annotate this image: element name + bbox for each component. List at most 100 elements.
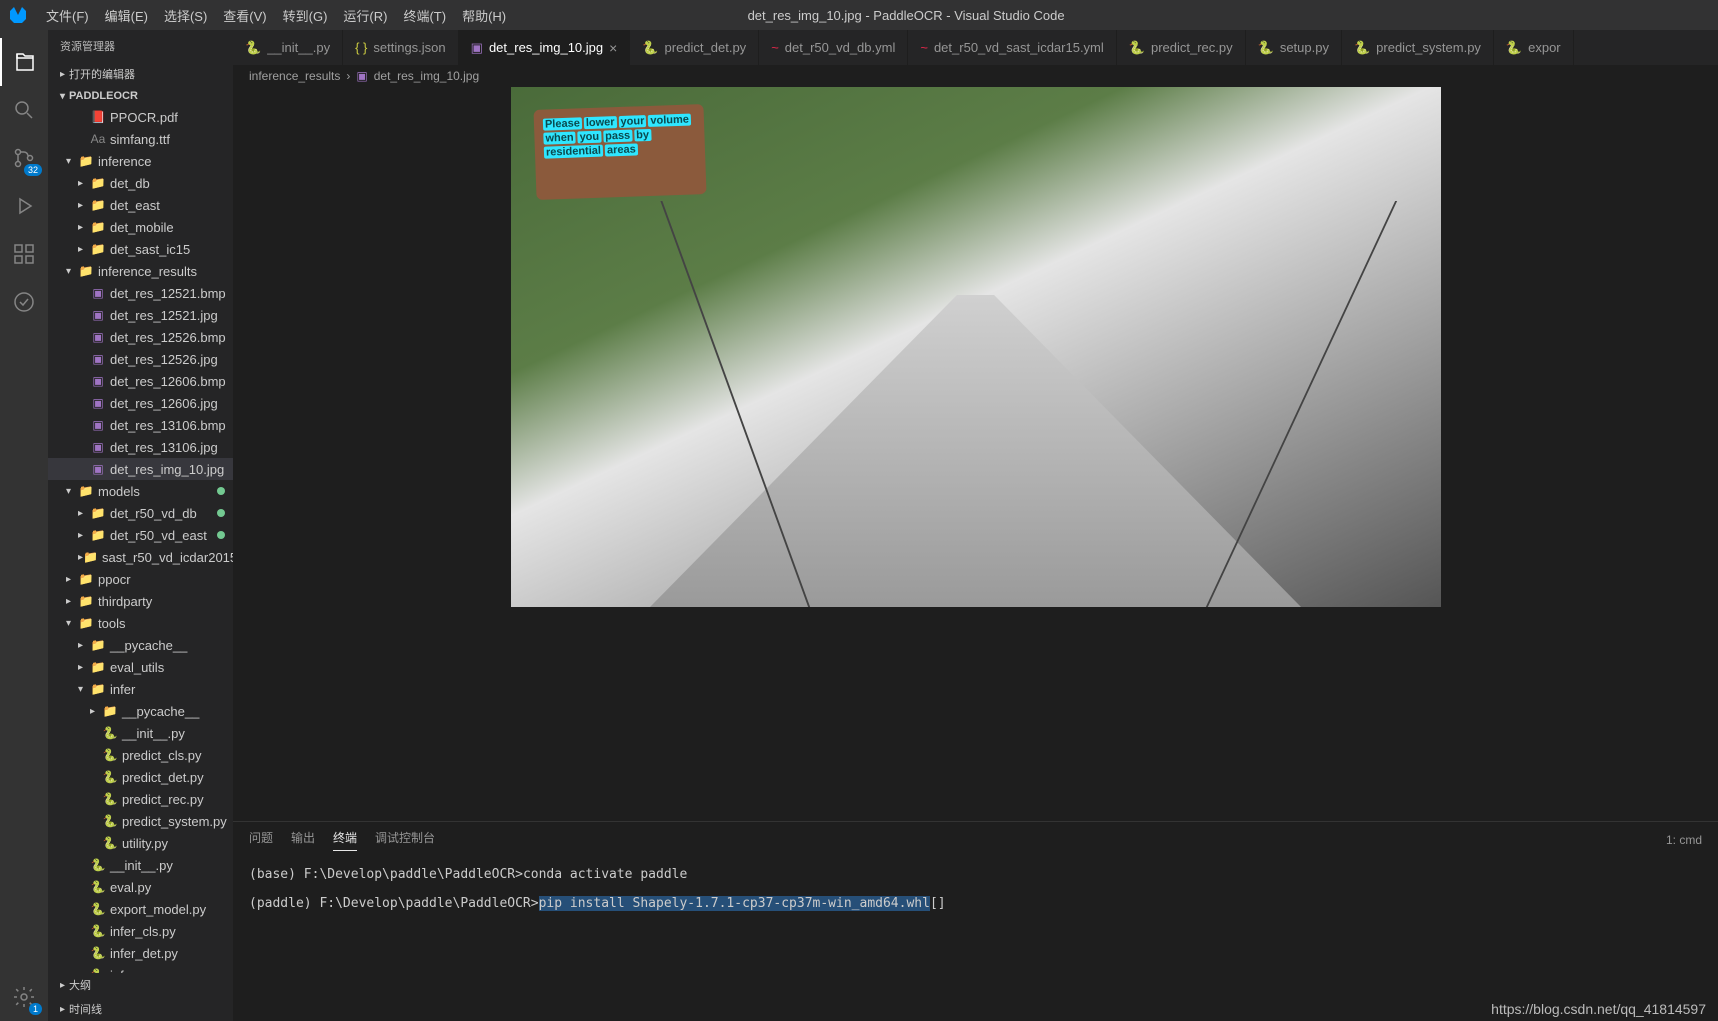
menu-item[interactable]: 帮助(H) [454,9,514,24]
file-item[interactable]: 🐍predict_system.py [48,810,233,832]
menu-item[interactable]: 编辑(E) [97,9,156,24]
editor-tab[interactable]: 🐍predict_det.py [630,30,759,65]
item-label: __init__.py [122,726,185,741]
item-label: inference [98,154,151,169]
folder-icon: 📁 [90,219,106,235]
project-section[interactable]: ▾PADDLEOCR [48,86,233,106]
file-item[interactable]: 🐍utility.py [48,832,233,854]
file-item[interactable]: 🐍__init__.py [48,854,233,876]
breadcrumb[interactable]: inference_results › ▣ det_res_img_10.jpg [233,65,1718,87]
editor-tab[interactable]: ~det_r50_vd_sast_icdar15.yml [908,30,1116,65]
file-item[interactable]: 📕PPOCR.pdf [48,106,233,128]
editor-tab[interactable]: 🐍setup.py [1246,30,1342,65]
testing-icon[interactable] [0,278,48,326]
item-label: det_mobile [110,220,174,235]
file-item[interactable]: ▣det_res_12606.bmp [48,370,233,392]
folder-icon: 📁 [102,703,118,719]
folder-item[interactable]: ▾📁inference_results [48,260,233,282]
menu-item[interactable]: 运行(R) [335,9,395,24]
file-item[interactable]: 🐍infer_rec.py [48,964,233,973]
file-item[interactable]: 🐍eval.py [48,876,233,898]
image-preview[interactable]: Pleaseloweryourvolumewhenyoupassbyreside… [233,87,1718,821]
menu-item[interactable]: 转到(G) [275,9,336,24]
file-item[interactable]: ▣det_res_img_10.jpg [48,458,233,480]
item-label: det_res_13106.bmp [110,418,226,433]
py-icon: 🐍 [90,945,106,961]
file-item[interactable]: 🐍predict_cls.py [48,744,233,766]
search-icon[interactable] [0,86,48,134]
file-tree[interactable]: 📕PPOCR.pdfAasimfang.ttf▾📁inference▸📁det_… [48,106,233,973]
file-item[interactable]: 🐍__init__.py [48,722,233,744]
editor-tab[interactable]: 🐍predict_rec.py [1117,30,1246,65]
file-item[interactable]: ▣det_res_12521.jpg [48,304,233,326]
menu-item[interactable]: 文件(F) [38,9,97,24]
timeline-section[interactable]: ▸时间线 [48,997,233,1021]
panel-tab[interactable]: 问题 [249,829,273,850]
py-icon: 🐍 [90,857,106,873]
panel-tab[interactable]: 调试控制台 [375,829,435,850]
folder-item[interactable]: ▸📁det_r50_vd_db [48,502,233,524]
file-item[interactable]: ▣det_res_12521.bmp [48,282,233,304]
menu-item[interactable]: 终端(T) [395,9,454,24]
run-debug-icon[interactable] [0,182,48,230]
folder-item[interactable]: ▾📁models [48,480,233,502]
source-control-icon[interactable]: 32 [0,134,48,182]
editor-tab[interactable]: ▣det_res_img_10.jpg× [459,30,631,65]
folder-item[interactable]: ▸📁det_r50_vd_east [48,524,233,546]
file-item[interactable]: ▣det_res_13106.jpg [48,436,233,458]
editor-tab[interactable]: 🐍__init__.py [233,30,343,65]
editor-tab[interactable]: { }settings.json [343,30,459,65]
editor-tab[interactable]: ~det_r50_vd_db.yml [759,30,908,65]
close-icon[interactable]: × [609,40,617,56]
tab-label: det_r50_vd_db.yml [785,40,896,55]
panel-tab[interactable]: 终端 [333,829,357,851]
menu-item[interactable]: 选择(S) [156,9,215,24]
file-item[interactable]: 🐍predict_det.py [48,766,233,788]
file-item[interactable]: ▣det_res_12606.jpg [48,392,233,414]
folder-item[interactable]: ▸📁__pycache__ [48,700,233,722]
folder-item[interactable]: ▸📁ppocr [48,568,233,590]
folder-icon: 📁 [78,615,94,631]
outline-section[interactable]: ▸大纲 [48,973,233,997]
terminal-selector[interactable]: 1: cmd [1666,833,1702,847]
folder-item[interactable]: ▾📁inference [48,150,233,172]
terminal-body[interactable]: (base) F:\Develop\paddle\PaddleOCR>conda… [233,857,1718,1021]
folder-item[interactable]: ▸📁det_mobile [48,216,233,238]
folder-item[interactable]: ▸📁det_sast_ic15 [48,238,233,260]
breadcrumb-seg[interactable]: det_res_img_10.jpg [374,69,479,83]
file-item[interactable]: 🐍export_model.py [48,898,233,920]
chevron-icon: ▾ [66,486,78,497]
file-item[interactable]: Aasimfang.ttf [48,128,233,150]
item-label: infer_det.py [110,946,178,961]
folder-item[interactable]: ▸📁sast_r50_vd_icdar2015 [48,546,233,568]
file-item[interactable]: ▣det_res_13106.bmp [48,414,233,436]
file-item[interactable]: ▣det_res_12526.jpg [48,348,233,370]
tab-label: predict_det.py [665,40,747,55]
file-item[interactable]: ▣det_res_12526.bmp [48,326,233,348]
chevron-icon: ▸ [78,530,90,541]
folder-item[interactable]: ▾📁tools [48,612,233,634]
git-modified-icon [217,531,225,539]
folder-item[interactable]: ▸📁thirdparty [48,590,233,612]
extensions-icon[interactable] [0,230,48,278]
breadcrumb-seg[interactable]: inference_results [249,69,340,83]
chevron-icon: ▸ [78,244,90,255]
chevron-icon: ▸ [90,706,102,717]
menu-item[interactable]: 查看(V) [215,9,274,24]
file-item[interactable]: 🐍 infer_det.py [48,942,233,964]
folder-item[interactable]: ▸📁__pycache__ [48,634,233,656]
folder-item[interactable]: ▸📁eval_utils [48,656,233,678]
folder-item[interactable]: ▸📁det_east [48,194,233,216]
file-item[interactable]: 🐍infer_cls.py [48,920,233,942]
editor-tab[interactable]: 🐍expor [1494,30,1574,65]
file-item[interactable]: 🐍predict_rec.py [48,788,233,810]
open-editors-section[interactable]: ▸打开的编辑器 [48,62,233,86]
item-label: det_east [110,198,160,213]
panel-tab[interactable]: 输出 [291,829,315,850]
editor-tab[interactable]: 🐍predict_system.py [1342,30,1494,65]
folder-item[interactable]: ▾📁infer [48,678,233,700]
folder-item[interactable]: ▸📁det_db [48,172,233,194]
explorer-icon[interactable] [0,38,48,86]
img-icon: ▣ [90,351,106,367]
settings-icon[interactable]: 1 [0,973,48,1021]
